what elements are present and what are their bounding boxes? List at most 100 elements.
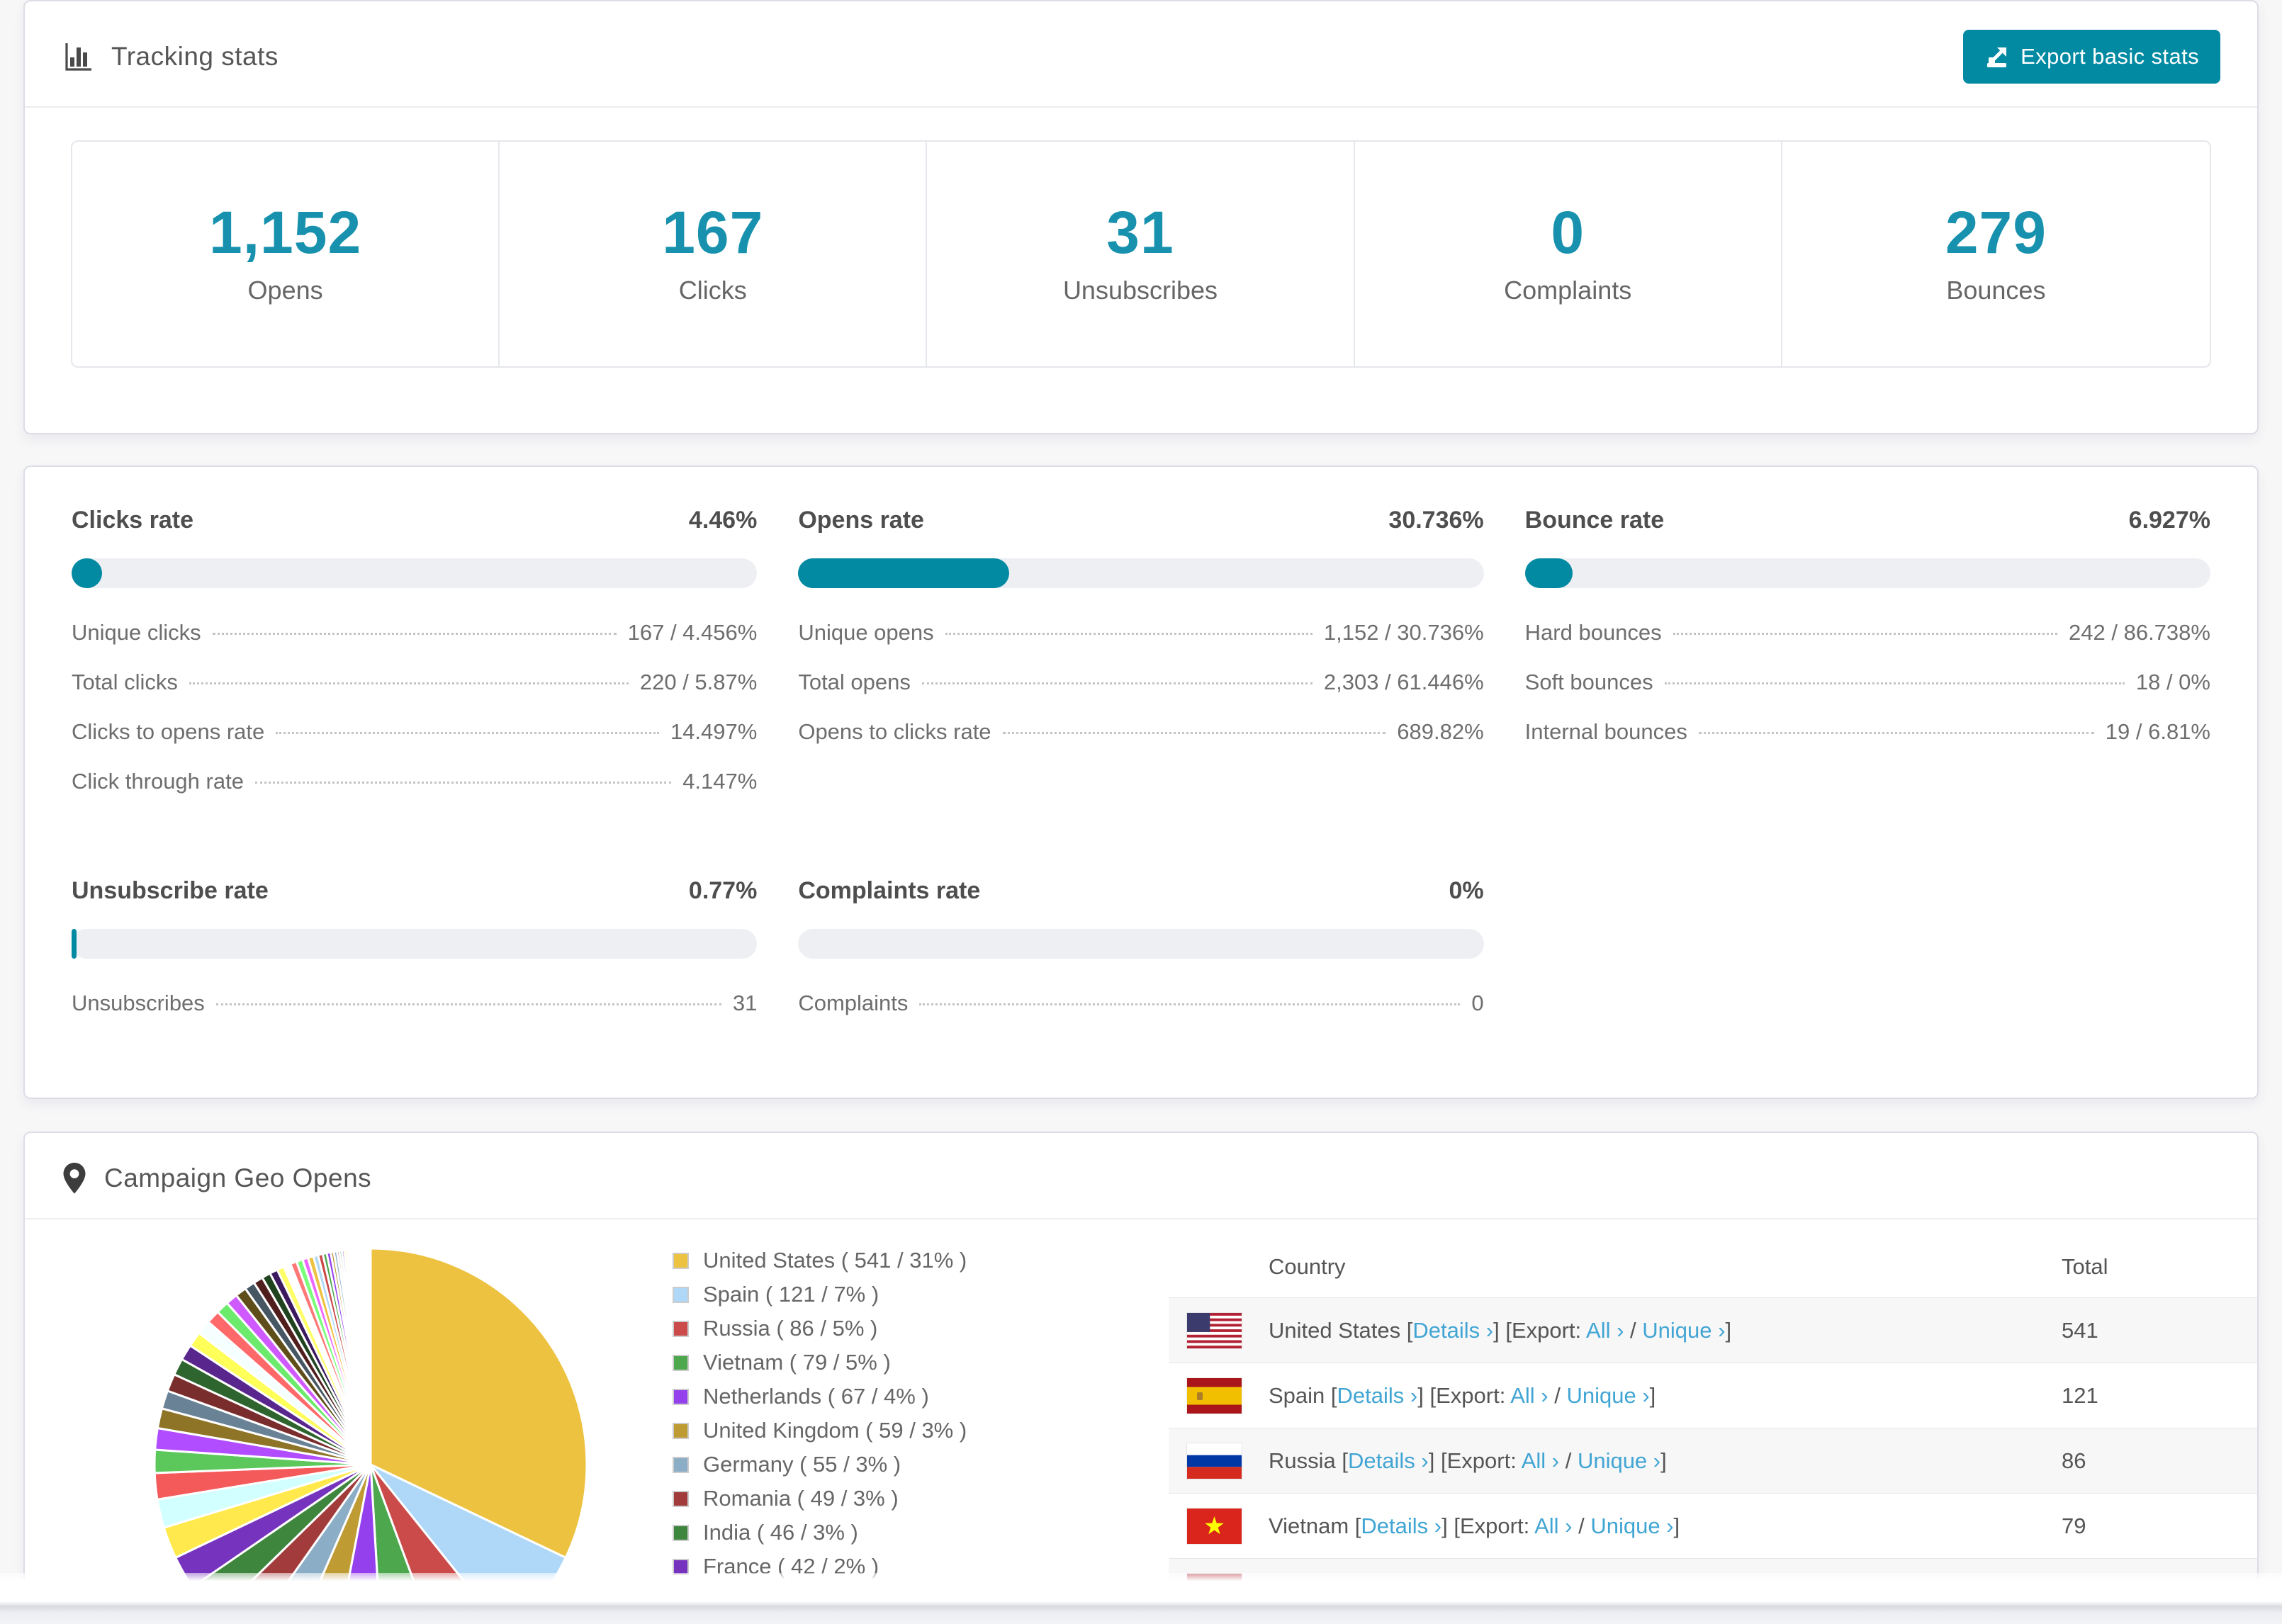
rate-row: Hard bounces 242 / 86.738%	[1525, 608, 2210, 658]
details-link[interactable]: Details ›	[1337, 1383, 1418, 1408]
rate-head: Clicks rate 4.46%	[72, 507, 757, 534]
bracket: ]	[1660, 1448, 1667, 1473]
dotted-leader	[189, 682, 629, 684]
rate-row-label: Soft bounces	[1524, 670, 1653, 694]
export-all-link[interactable]: All ›	[1534, 1513, 1572, 1538]
legend-item-united-kingdom: United Kingdom ( 59 / 3% )	[673, 1418, 1169, 1443]
rate-row-label: Clicks to opens rate	[72, 719, 265, 744]
rates-grid: Clicks rate 4.46% Unique clicks 167 / 4.456…	[72, 507, 2210, 1028]
rate-rows: Unique clicks 167 / 4.456% Total clicks 220…	[72, 608, 757, 806]
legend-swatch	[673, 1490, 689, 1507]
legend-item-india: India ( 46 / 3% )	[673, 1520, 1169, 1545]
legend-swatch	[673, 1456, 689, 1473]
export-label: Export:	[1460, 1513, 1535, 1538]
rate-title: Bounce rate	[1524, 507, 1665, 534]
country-name: Russia	[1269, 1448, 1336, 1473]
rate-title: Opens rate	[798, 507, 924, 534]
rate-row: Unsubscribes 31	[72, 979, 757, 1028]
legend-item-russia: Russia ( 86 / 5% )	[673, 1316, 1169, 1341]
dotted-leader	[921, 682, 1313, 684]
stat-clicks: 167 Clicks	[500, 142, 928, 366]
legend-label: Netherlands ( 67 / 4% )	[703, 1384, 929, 1409]
rate-row-label: Unique clicks	[72, 620, 201, 645]
export-basic-stats-button[interactable]: Export basic stats	[1963, 30, 2220, 84]
table-row-ru: Russia [Details ›] [Export: All › / Uniq…	[1169, 1428, 2257, 1493]
stat-complaints: 0 Complaints	[1355, 142, 1782, 366]
bracket: ]	[1417, 1382, 1424, 1408]
rate-rows: Complaints 0	[798, 979, 1483, 1028]
flag-ru-icon	[1186, 1442, 1242, 1479]
total-cell: 541	[2062, 1317, 2098, 1343]
legend-swatch	[673, 1388, 689, 1405]
separator: /	[1559, 1448, 1578, 1473]
export-all-link[interactable]: All ›	[1522, 1448, 1559, 1473]
campaign-geo-opens-card: Campaign Geo Opens United States ( 541 /…	[23, 1132, 2259, 1624]
flag-us-icon	[1186, 1312, 1242, 1349]
geo-table: Country Total United States [Details ›] …	[1169, 1236, 2257, 1624]
geo-pie-legend: United States ( 541 / 31% ) Spain ( 121 /…	[673, 1236, 1169, 1624]
rate-row: Unique clicks 167 / 4.456%	[72, 608, 757, 658]
rate-progress-fill	[1524, 558, 1573, 588]
stat-value: 0	[1551, 199, 1585, 266]
stat-label: Unsubscribes	[1062, 276, 1218, 305]
rate-row-value: 0	[1471, 991, 1484, 1015]
country-cell: Russia [Details ›] [Export: All › / Uniq…	[1269, 1448, 2062, 1474]
details-link[interactable]: Details ›	[1348, 1448, 1429, 1473]
rate-row-value: 220 / 5.87%	[639, 670, 758, 694]
country-column-header: Country	[1269, 1254, 1346, 1279]
rate-row-label: Complaints	[798, 991, 909, 1015]
bar-chart-icon	[62, 40, 94, 73]
pie-slice-other[interactable]	[369, 1247, 372, 1465]
dotted-leader	[215, 1003, 721, 1005]
legend-swatch	[673, 1252, 689, 1269]
export-all-link[interactable]: All ›	[1510, 1383, 1548, 1408]
rate-row-label: Click through rate	[72, 769, 244, 794]
dotted-leader	[276, 732, 659, 734]
legend-label: Vietnam ( 79 / 5% )	[703, 1350, 891, 1375]
stat-label: Complaints	[1504, 276, 1632, 305]
rate-progress-fill	[798, 558, 1009, 588]
rate-row-value: 167 / 4.456%	[627, 620, 758, 645]
rate-progress-track	[72, 558, 758, 588]
rate-block-complaints-rate: Complaints rate 0% Complaints 0	[798, 877, 1484, 1028]
export-unique-link[interactable]: Unique ›	[1578, 1448, 1660, 1473]
separator: /	[1572, 1513, 1591, 1538]
rate-head: Complaints rate 0%	[798, 877, 1483, 905]
stat-unsubscribes: 31 Unsubscribes	[927, 142, 1355, 366]
tracking-stats-title: Tracking stats	[111, 42, 279, 71]
bracket: [	[1505, 1317, 1512, 1343]
legend-label: Spain ( 121 / 7% )	[703, 1282, 879, 1307]
rate-row-label: Total opens	[798, 670, 911, 694]
flag-es-icon	[1186, 1377, 1242, 1414]
rate-row-value: 31	[732, 991, 758, 1015]
rate-row: Click through rate 4.147%	[72, 757, 757, 806]
details-link[interactable]: Details ›	[1361, 1513, 1441, 1538]
table-row-vn: Vietnam [Details ›] [Export: All › / Uni…	[1169, 1493, 2257, 1558]
export-unique-link[interactable]: Unique ›	[1590, 1513, 1673, 1538]
rate-row-value: 18 / 0%	[2135, 670, 2210, 694]
geo-title: Campaign Geo Opens	[104, 1163, 372, 1192]
rate-row: Total clicks 220 / 5.87%	[72, 658, 757, 707]
stat-value: 279	[1945, 199, 2047, 266]
details-link[interactable]: Details ›	[1412, 1318, 1493, 1343]
rate-progress-track	[798, 558, 1484, 588]
legend-swatch	[673, 1286, 689, 1303]
total-cell: 79	[2062, 1513, 2086, 1538]
export-unique-link[interactable]: Unique ›	[1566, 1383, 1649, 1408]
dotted-leader	[1698, 732, 2094, 734]
rate-progress-track	[72, 929, 758, 959]
table-row-es: Spain [Details ›] [Export: All › / Uniqu…	[1169, 1363, 2257, 1428]
stat-value: 167	[662, 199, 764, 266]
rate-title: Complaints rate	[798, 877, 981, 904]
bracket: [	[1429, 1382, 1437, 1408]
rate-title: Clicks rate	[72, 507, 193, 534]
rate-row-value: 14.497%	[670, 719, 758, 744]
map-pin-icon	[62, 1161, 87, 1195]
export-unique-link[interactable]: Unique ›	[1642, 1318, 1725, 1343]
rate-head: Bounce rate 6.927%	[1525, 507, 2210, 534]
rate-row-value: 4.147%	[682, 769, 758, 794]
rate-row-value: 689.82%	[1397, 719, 1484, 744]
stat-bounces: 279 Bounces	[1782, 142, 2210, 366]
export-all-link[interactable]: All ›	[1586, 1318, 1624, 1343]
stat-value: 1,152	[208, 199, 362, 266]
